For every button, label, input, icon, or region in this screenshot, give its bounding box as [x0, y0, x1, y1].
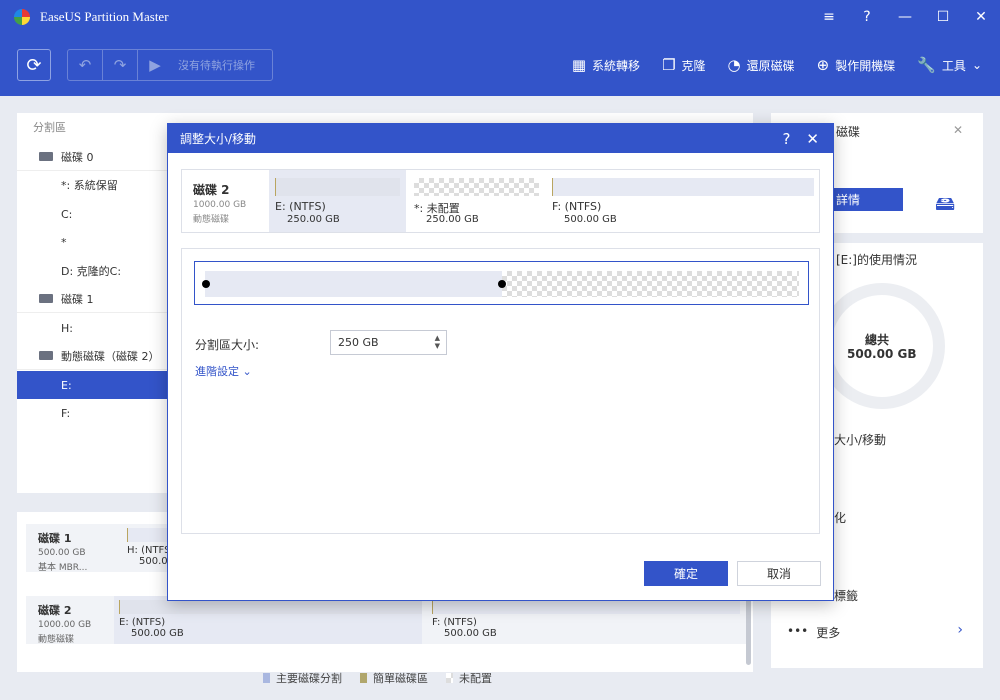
undo-icon[interactable]: ↶: [68, 56, 102, 74]
dialog-title-bar: 調整大小/移動 ? ✕: [168, 124, 833, 153]
dialog-partition-unallocated[interactable]: *: 未配置 250.00 GB: [408, 170, 544, 232]
menu-icon[interactable]: ≡: [810, 0, 848, 34]
details-button[interactable]: 詳情: [831, 188, 903, 211]
refresh-button[interactable]: ⟳: [17, 49, 51, 81]
action-optimize[interactable]: 化: [834, 509, 846, 526]
toolbar: ⟳ ↶ ↷ ▶ 沒有待執行操作 ▦ 系統轉移 ❐ 克隆 ◔ 還原磁碟 ⊕ 製作開機碟 🔧…: [0, 34, 1000, 96]
refresh-icon: ⟳: [26, 54, 42, 76]
legend-primary: 主要磁碟分割: [263, 670, 342, 686]
partition-size-slider[interactable]: [194, 261, 809, 305]
total-label: 總共: [865, 333, 890, 347]
app-title: EaseUS Partition Master: [40, 9, 169, 24]
cancel-button[interactable]: 取消: [737, 561, 821, 586]
ok-button[interactable]: 確定: [644, 561, 728, 586]
usage-title: [E:]的使用情況: [836, 253, 917, 267]
play-icon[interactable]: ▶: [138, 56, 172, 74]
more-button[interactable]: ••• 更多: [787, 624, 840, 641]
partition-size-input[interactable]: 250 GB ▲ ▼: [330, 330, 447, 355]
disk-info-title: 磁碟: [836, 125, 861, 139]
help-icon[interactable]: ?: [848, 0, 886, 34]
app-logo-icon: [14, 9, 30, 25]
partition-size-label: 分割區大小:: [195, 338, 260, 352]
total-value: 500.00 GB: [847, 347, 917, 361]
copy-icon: ❐: [662, 56, 676, 74]
wrench-icon: 🔧: [917, 56, 936, 74]
chevron-right-icon[interactable]: ›: [957, 622, 963, 638]
action-resize-move[interactable]: 大小/移動: [834, 431, 886, 448]
disk-icon: [39, 152, 53, 161]
restore-disk-button[interactable]: ◔ 還原磁碟: [728, 56, 795, 74]
dialog-disk-strip: 磁碟 2 1000.00 GB 動態磁碟 E: (NTFS) 250.00 GB…: [181, 169, 820, 233]
dialog-partition-e[interactable]: E: (NTFS) 250.00 GB: [269, 170, 406, 232]
action-label[interactable]: 標籤: [834, 587, 858, 604]
chevron-down-icon: ⌄: [242, 365, 252, 378]
slider-left-handle[interactable]: [202, 280, 210, 288]
resize-panel: 分割區大小: 250 GB ▲ ▼ 進階設定 ⌄: [181, 248, 820, 534]
slider-right-handle[interactable]: [498, 280, 506, 288]
dialog-partition-f[interactable]: F: (NTFS) 500.00 GB: [546, 170, 816, 232]
dialog-disk-name: 磁碟 2: [193, 183, 230, 197]
legend: 主要磁碟分割 簡單磁碟區 未配置: [263, 670, 492, 686]
plus-circle-icon: ⊕: [816, 56, 830, 74]
close-button[interactable]: ✕: [962, 0, 1000, 34]
disk-icon: [39, 351, 53, 360]
pending-operations-label[interactable]: 沒有待執行操作: [172, 57, 255, 73]
slider-free-space: [502, 271, 799, 297]
chevron-down-icon: ⌄: [971, 58, 982, 72]
dialog-close-icon[interactable]: ✕: [806, 130, 819, 148]
close-icon[interactable]: ✕: [953, 123, 963, 137]
hard-drive-icon: 🖴: [935, 191, 956, 215]
tools-button[interactable]: 🔧 工具 ⌄: [917, 56, 982, 74]
disk-map-partition-e[interactable]: E: (NTFS) 500.00 GB: [114, 596, 422, 644]
dialog-help-icon[interactable]: ?: [782, 130, 790, 148]
more-icon: •••: [787, 624, 809, 638]
legend-unallocated: 未配置: [446, 670, 492, 686]
spinner-icon[interactable]: ▲ ▼: [435, 334, 440, 350]
minimize-button[interactable]: —: [886, 0, 924, 34]
legend-simple: 簡單磁碟區: [360, 670, 428, 686]
column-header-partition: 分割區: [33, 121, 66, 134]
system-migrate-button[interactable]: ▦ 系統轉移: [572, 56, 640, 74]
slider-used-fill: [205, 271, 502, 297]
dialog-disk-type: 動態磁碟: [193, 215, 230, 225]
grid-icon: ▦: [571, 56, 587, 74]
pie-icon: ◔: [727, 56, 741, 74]
title-bar: EaseUS Partition Master ≡ ? — ☐ ✕: [0, 0, 1000, 34]
disk-icon: [39, 294, 53, 303]
disk-card-disk2[interactable]: 磁碟 2 1000.00 GB 動態磁碟 E: (NTFS) 500.00 GB…: [26, 596, 746, 645]
disk-map-partition-f[interactable]: F: (NTFS) 500.00 GB: [432, 600, 740, 644]
redo-icon[interactable]: ↷: [103, 56, 137, 74]
boot-disk-button[interactable]: ⊕ 製作開機碟: [817, 56, 896, 74]
resize-move-dialog: 調整大小/移動 ? ✕ 磁碟 2 1000.00 GB 動態磁碟 E: (NTF…: [167, 123, 834, 601]
dialog-disk-size: 1000.00 GB: [193, 200, 247, 210]
maximize-button[interactable]: ☐: [924, 0, 962, 34]
clone-button[interactable]: ❐ 克隆: [662, 56, 705, 74]
advanced-settings-link[interactable]: 進階設定 ⌄: [195, 363, 252, 379]
dialog-title: 調整大小/移動: [180, 132, 257, 146]
pending-operations-group: ↶ ↷ ▶ 沒有待執行操作: [67, 49, 273, 81]
